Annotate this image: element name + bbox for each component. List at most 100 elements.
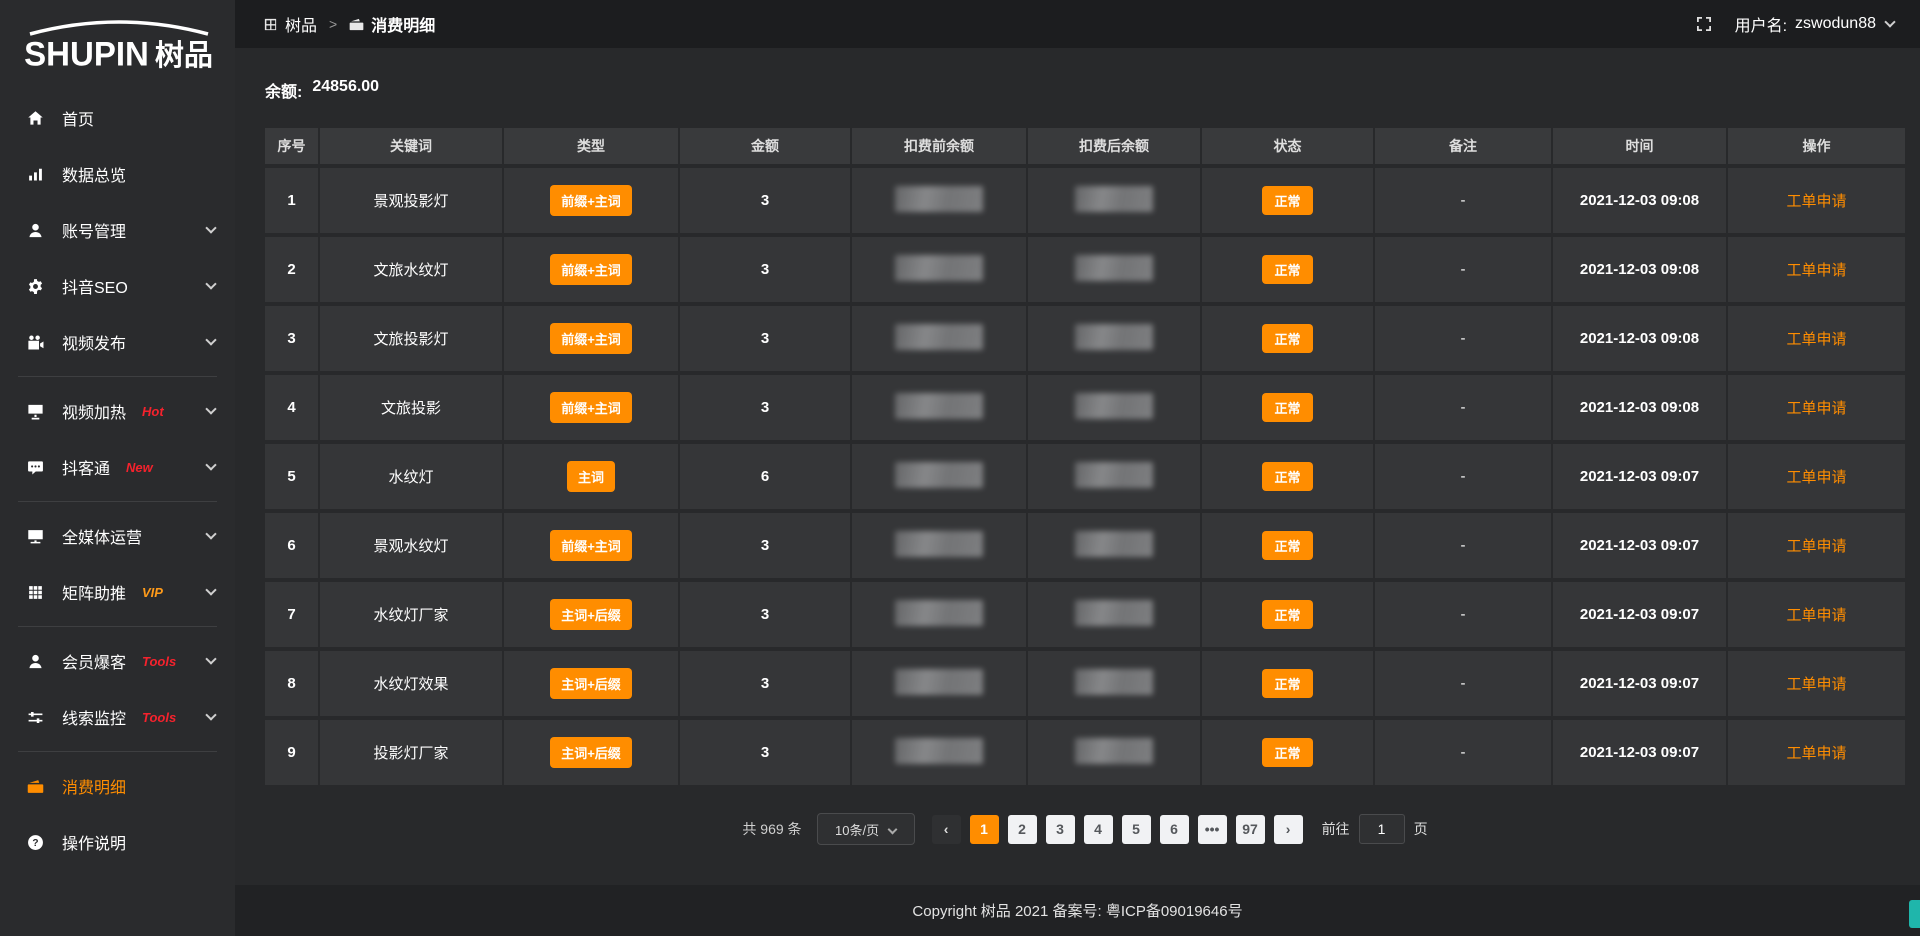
work-order-link[interactable]: 工单申请 — [1786, 745, 1846, 762]
breadcrumb-root-label: 树品 — [285, 12, 317, 36]
jump-prefix-label: 前往 — [1322, 819, 1350, 839]
status-badge: 正常 — [1262, 738, 1312, 767]
work-order-link[interactable]: 工单申请 — [1786, 331, 1846, 348]
user-dropdown[interactable]: 用户名: zswodun88 — [1735, 12, 1894, 36]
col-header-index: 序号 — [265, 128, 320, 168]
sidebar-item-douyin-seo[interactable]: 抖音SEO — [0, 258, 235, 314]
cell-status: 正常 — [1202, 720, 1375, 789]
work-order-link[interactable]: 工单申请 — [1786, 538, 1846, 555]
sidebar-divider — [18, 751, 217, 752]
cell-balance-before — [852, 237, 1028, 306]
chevron-down-icon — [1884, 16, 1895, 27]
work-order-link[interactable]: 工单申请 — [1786, 469, 1846, 486]
work-order-link[interactable]: 工单申请 — [1786, 607, 1846, 624]
cell-time: 2021-12-03 09:07 — [1553, 651, 1728, 720]
cell-balance-before — [852, 168, 1028, 237]
prev-page-button[interactable]: ‹ — [932, 815, 961, 844]
sidebar-item-label: 会员爆客 — [62, 649, 126, 673]
sidebar-item-lead-monitoring[interactable]: 线索监控 Tools — [0, 689, 235, 745]
page-button-2[interactable]: 2 — [1008, 815, 1037, 844]
cell-amount: 3 — [680, 168, 852, 237]
cell-action: 工单申请 — [1728, 168, 1905, 237]
page-button-3[interactable]: 3 — [1046, 815, 1075, 844]
work-order-link[interactable]: 工单申请 — [1786, 262, 1846, 279]
sidebar-item-label: 消费明细 — [62, 774, 126, 798]
sidebar-item-all-media-operation[interactable]: 全媒体运营 — [0, 508, 235, 564]
consumption-table: 序号 关键词 类型 金额 扣费前余额 扣费后余额 状态 备注 时间 操作 1 — [265, 128, 1905, 789]
cell-index: 2 — [265, 237, 320, 306]
page-button-5[interactable]: 5 — [1122, 815, 1151, 844]
type-badge: 前缀+主词 — [550, 392, 632, 423]
cell-status: 正常 — [1202, 237, 1375, 306]
work-order-link[interactable]: 工单申请 — [1786, 676, 1846, 693]
type-badge: 前缀+主词 — [550, 323, 632, 354]
sidebar-item-matrix-boost[interactable]: 矩阵助推 VIP — [0, 564, 235, 620]
page-button-1[interactable]: 1 — [970, 815, 999, 844]
more-pages-button[interactable]: ••• — [1198, 815, 1227, 844]
jump-page-input[interactable] — [1359, 814, 1405, 844]
new-badge: New — [126, 460, 153, 475]
cell-type: 前缀+主词 — [504, 306, 680, 375]
sidebar-item-consumption-detail[interactable]: 消费明细 — [0, 758, 235, 814]
breadcrumb-current[interactable]: 消费明细 — [349, 12, 435, 36]
svg-text:?: ? — [32, 838, 38, 849]
chevron-down-icon — [888, 824, 898, 834]
work-order-link[interactable]: 工单申请 — [1786, 193, 1846, 210]
cell-balance-after — [1028, 168, 1202, 237]
table-row: 3 文旅投影灯 前缀+主词 3 正常 - 2021-12-03 09:08 工单… — [265, 306, 1905, 375]
cell-balance-after — [1028, 306, 1202, 375]
cell-balance-after — [1028, 375, 1202, 444]
logo-en: SHUPIN — [24, 34, 149, 74]
cell-amount: 3 — [680, 720, 852, 789]
redacted-value — [1075, 393, 1153, 419]
breadcrumb-root[interactable]: 树品 — [263, 12, 317, 36]
sidebar-item-member-burst[interactable]: 会员爆客 Tools — [0, 633, 235, 689]
cell-type: 前缀+主词 — [504, 168, 680, 237]
main-panel: 余额: 24856.00 序号 关键词 类型 金额 扣费前余额 扣费后余额 — [235, 48, 1920, 885]
redacted-value — [895, 186, 983, 212]
page-size-select[interactable]: 10条/页 — [817, 813, 915, 845]
cell-status: 正常 — [1202, 651, 1375, 720]
type-badge: 前缀+主词 — [550, 185, 632, 216]
sidebar-item-video-publish[interactable]: 视频发布 — [0, 314, 235, 370]
status-badge: 正常 — [1262, 531, 1312, 560]
sidebar-item-data-overview[interactable]: 数据总览 — [0, 146, 235, 202]
topbar-right: 用户名: zswodun88 — [1695, 12, 1894, 36]
cell-status: 正常 — [1202, 582, 1375, 651]
cell-balance-before — [852, 444, 1028, 513]
vip-badge: VIP — [142, 585, 163, 600]
page-button-6[interactable]: 6 — [1160, 815, 1189, 844]
cell-type: 前缀+主词 — [504, 375, 680, 444]
cell-action: 工单申请 — [1728, 375, 1905, 444]
page-button-97[interactable]: 97 — [1236, 815, 1265, 844]
type-badge: 主词+后缀 — [550, 599, 632, 630]
side-float-widget[interactable] — [1909, 900, 1920, 928]
sidebar-item-douketong[interactable]: 抖客通 New — [0, 439, 235, 495]
redacted-value — [895, 324, 983, 350]
sidebar-item-operation-guide[interactable]: ? 操作说明 — [0, 814, 235, 870]
table-header-row: 序号 关键词 类型 金额 扣费前余额 扣费后余额 状态 备注 时间 操作 — [265, 128, 1905, 168]
cell-amount: 6 — [680, 444, 852, 513]
breadcrumb: 树品 > 消费明细 — [263, 12, 435, 36]
sidebar-divider — [18, 626, 217, 627]
page-size-value: 10条/页 — [835, 820, 879, 839]
sidebar-item-account-management[interactable]: 账号管理 — [0, 202, 235, 258]
redacted-value — [895, 531, 983, 557]
next-page-button[interactable]: › — [1274, 815, 1303, 844]
cell-balance-before — [852, 582, 1028, 651]
page-button-4[interactable]: 4 — [1084, 815, 1113, 844]
table-row: 5 水纹灯 主词 6 正常 - 2021-12-03 09:07 工单申请 — [265, 444, 1905, 513]
work-order-link[interactable]: 工单申请 — [1786, 400, 1846, 417]
logo[interactable]: SHUPIN 树品 — [0, 10, 235, 76]
content-column: 树品 > 消费明细 用户名: zswodun88 余额: 24 — [235, 0, 1920, 936]
cell-action: 工单申请 — [1728, 651, 1905, 720]
username-label: 用户名: — [1735, 12, 1787, 36]
fullscreen-icon[interactable] — [1695, 15, 1713, 33]
sidebar-item-video-heating[interactable]: 视频加热 Hot — [0, 383, 235, 439]
username-value: zswodun88 — [1795, 15, 1876, 33]
sidebar-item-home[interactable]: 首页 — [0, 90, 235, 146]
redacted-value — [895, 393, 983, 419]
col-header-action: 操作 — [1728, 128, 1905, 168]
cell-status: 正常 — [1202, 375, 1375, 444]
cell-amount: 3 — [680, 582, 852, 651]
